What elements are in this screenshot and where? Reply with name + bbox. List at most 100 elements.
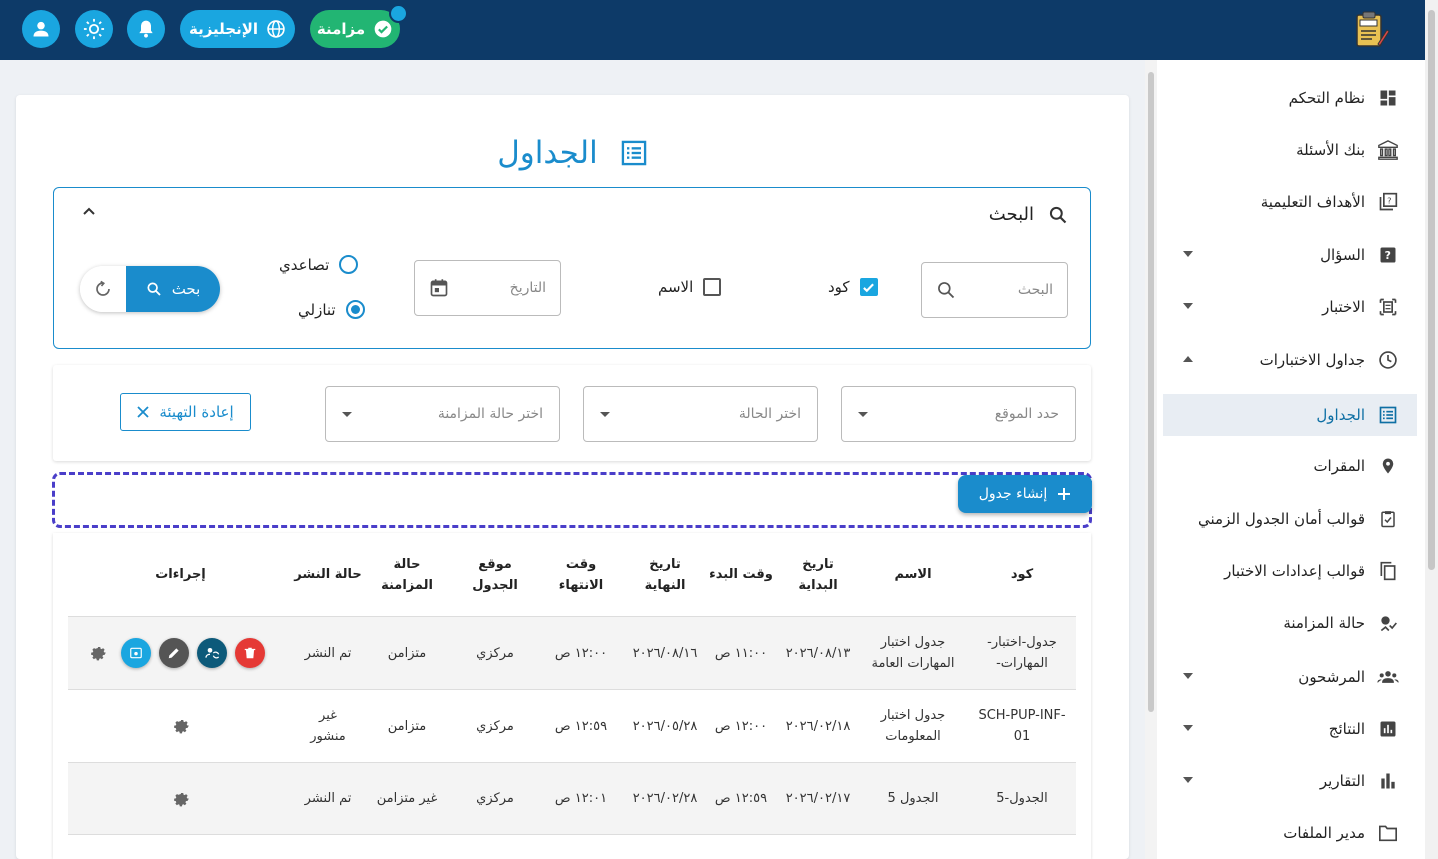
sidebar-item-dashboard[interactable]: نظام التحكم	[1163, 77, 1417, 119]
account-button[interactable]	[22, 10, 60, 48]
assign-candidates-button[interactable]	[196, 638, 227, 668]
list-icon	[621, 140, 646, 166]
settings-button[interactable]	[166, 711, 196, 741]
name-checkbox[interactable]: الاسم	[658, 278, 722, 296]
sidebar-item-exam-settings-templates[interactable]: قوالب إعدادات الاختبار	[1163, 550, 1417, 592]
theme-toggle-button[interactable]	[75, 10, 113, 48]
cell-code: جدول-اختبار-المهارات-	[987, 635, 1057, 671]
column-header-name[interactable]: الاسم	[858, 533, 968, 616]
radio-unchecked-icon	[339, 255, 359, 274]
dropdown-arrow-icon	[858, 411, 868, 417]
top-bar: الإنجليزية مزامنة	[0, 0, 1425, 60]
sidebar-item-label: المقرات	[1313, 457, 1365, 475]
sidebar-item-exam-schedules[interactable]: جداول الاختبارات	[1163, 339, 1417, 381]
sidebar-item-label: بنك الأسئلة	[1296, 141, 1365, 159]
sidebar-item-results[interactable]: النتائج	[1163, 708, 1417, 750]
search-input[interactable]: البحث	[921, 262, 1068, 318]
table-row[interactable]: جدول-اختبار-المهارات- جدول اختبار المهار…	[68, 617, 1076, 690]
cell-name: الجدول 5	[887, 791, 939, 806]
settings-button[interactable]	[166, 784, 196, 814]
preview-icon	[129, 647, 142, 659]
code-checkbox[interactable]: كود	[828, 278, 878, 296]
column-header-location[interactable]: موقع الجدول	[460, 533, 530, 616]
sidebar-item-question[interactable]: السؤال ?	[1163, 234, 1417, 276]
sidebar-item-reports[interactable]: التقارير	[1163, 760, 1417, 802]
svg-text:?: ?	[1387, 196, 1391, 206]
sidebar-item-sync-status[interactable]: حالة المزامنة	[1163, 602, 1417, 644]
sync-status-select[interactable]: اختر حالة المزامنة	[325, 386, 560, 442]
language-button[interactable]: الإنجليزية	[180, 10, 295, 48]
notifications-button[interactable]	[127, 10, 165, 48]
column-header-publish-status[interactable]: حالة النشر	[293, 533, 363, 616]
sidebar-item-file-manager[interactable]: مدير الملفات	[1163, 812, 1417, 854]
quiz-icon: ?	[1377, 191, 1399, 213]
column-header-end-time[interactable]: وقت الانتهاء	[546, 533, 616, 616]
sync-button[interactable]: مزامنة	[310, 10, 400, 48]
copy-icon	[1377, 560, 1399, 582]
search-input-placeholder: البحث	[1017, 282, 1053, 298]
sync-status-select-placeholder: اختر حالة المزامنة	[437, 406, 543, 422]
ascending-radio[interactable]: تصاعدي	[279, 255, 359, 274]
code-checkbox-label: كود	[828, 278, 850, 296]
cell-name: جدول اختبار المهارات العامة	[871, 635, 955, 671]
plus-icon	[1058, 488, 1071, 500]
dashboard-icon	[1377, 87, 1399, 109]
cell-publish-status: تم النشر	[304, 791, 352, 806]
sidebar-scrollbar[interactable]	[1145, 60, 1157, 859]
table-row[interactable]: الجدول-5 الجدول 5 ٢٠٢٦/٠٢/١٧ ١٢:٥٩ ص ٢٠٢…	[68, 763, 1076, 835]
sidebar-item-exam[interactable]: الاختبار	[1163, 286, 1417, 328]
sidebar-item-label: حالة المزامنة	[1283, 614, 1365, 632]
cell-sync-status: غير متزامن	[376, 791, 438, 806]
collapse-button[interactable]	[82, 206, 96, 216]
descending-radio[interactable]: تنازلي	[298, 300, 365, 319]
sidebar-item-question-bank[interactable]: بنك الأسئلة	[1163, 129, 1417, 171]
cell-start-date: ٢٠٢٦/٠٢/١٨	[785, 718, 851, 734]
edit-button[interactable]	[158, 638, 189, 668]
sidebar-item-label: جداول الاختبارات	[1259, 351, 1365, 369]
column-header-code[interactable]: كود	[976, 533, 1068, 616]
location-select[interactable]: حدد الموقع	[841, 386, 1076, 442]
create-area-highlight	[52, 472, 1092, 528]
dropdown-arrow-icon	[600, 411, 610, 417]
cell-start-time: ١٢:٠٠ ص	[714, 718, 768, 734]
bank-icon	[1377, 139, 1399, 161]
sidebar-item-candidates[interactable]: المرشحون	[1163, 656, 1417, 698]
checkbox-empty-icon	[703, 278, 722, 296]
cell-end-date: ٢٠٢٦/٠٨/١٦	[632, 645, 698, 661]
cell-end-time: ١٢:٥٩ ص	[554, 718, 608, 734]
bell-icon	[139, 20, 153, 38]
search-button[interactable]: بحث	[126, 266, 220, 312]
column-header-end-date[interactable]: تاريخ النهاية	[630, 533, 700, 616]
sidebar-item-label: الجداول	[1316, 406, 1365, 424]
column-header-start-time[interactable]: وقت البدء	[708, 533, 774, 616]
chevron-down-icon	[1183, 251, 1193, 257]
sidebar-item-label: التقارير	[1319, 772, 1365, 790]
refresh-button[interactable]	[80, 266, 126, 312]
sun-icon	[83, 18, 105, 40]
cell-actions	[128, 690, 233, 762]
date-input[interactable]: التاريخ	[414, 260, 561, 316]
column-header-start-date[interactable]: تاريخ البداية	[783, 533, 853, 616]
sidebar-item-schedules[interactable]: الجداول	[1163, 394, 1417, 436]
sidebar-item-schedule-security-templates[interactable]: قوالب أمان الجدول الزمني	[1163, 498, 1417, 540]
delete-button[interactable]	[234, 638, 265, 668]
table-row[interactable]	[68, 835, 1076, 859]
table-row[interactable]: SCH-PUP-INF-01 جدول اختبار المعلومات ٢٠٢…	[68, 690, 1076, 763]
create-schedule-button[interactable]: إنشاء جدول	[958, 475, 1092, 513]
calendar-icon	[430, 279, 448, 297]
page-scrollbar[interactable]	[1425, 0, 1438, 859]
status-select[interactable]: اختر الحالة	[583, 386, 818, 442]
trash-icon	[244, 647, 255, 659]
search-icon	[938, 282, 955, 299]
column-header-sync-status[interactable]: حالة المزامنة	[372, 533, 442, 616]
reset-filters-label: إعادة التهيئة	[159, 403, 234, 421]
sidebar-item-venues[interactable]: المقرات	[1163, 445, 1417, 487]
sidebar: نظام التحكم بنك الأسئلة الأهداف التعليمي…	[1157, 60, 1425, 859]
preview-button[interactable]	[120, 638, 151, 668]
settings-button[interactable]	[83, 638, 113, 668]
reset-filters-button[interactable]: إعادة التهيئة	[120, 393, 251, 431]
search-icon	[1049, 206, 1067, 223]
app-logo	[1350, 10, 1390, 50]
sidebar-item-learning-objectives[interactable]: الأهداف التعليمية ?	[1163, 181, 1417, 223]
svg-text:?: ?	[1385, 249, 1391, 262]
